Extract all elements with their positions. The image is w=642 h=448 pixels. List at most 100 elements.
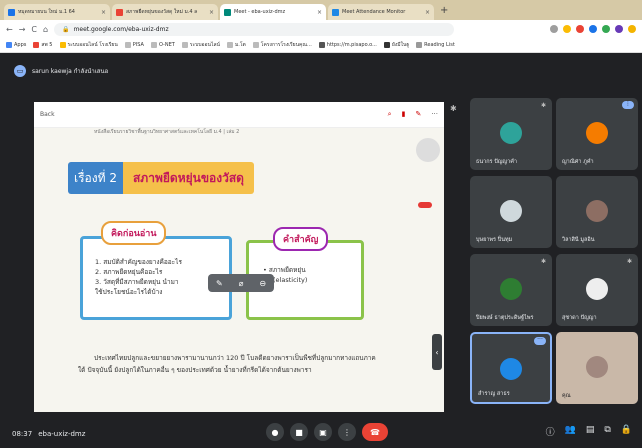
participant-name: ปิยพงษ์ ธาตุประดิษฐ์ไพร — [476, 315, 534, 321]
participant-tile[interactable]: บุษยาพร ปิ่นทุม — [470, 176, 552, 248]
bookmark-item[interactable]: ระบบออนไลน์ โรงเรียน — [59, 41, 118, 49]
bookmark-item[interactable]: โครงการโรงเรียนคุณ... — [252, 41, 312, 49]
folder-icon — [252, 42, 259, 48]
mic-icon[interactable]: ● — [266, 423, 284, 441]
presenter-label: sarun kaewja กำลังนำเสนอ — [32, 68, 109, 75]
list-item: 2. สภาพยืดหยุ่นคืออะไร — [95, 268, 163, 276]
participant-tile[interactable]: ✱ สุชาดา ปัญญา — [556, 254, 638, 326]
pin-icon[interactable]: ✱ — [450, 104, 457, 113]
more-icon[interactable]: ⋮ — [338, 423, 356, 441]
forward-icon[interactable]: → — [19, 25, 26, 34]
bookmark-item[interactable]: https://m.pisapo.o... — [318, 42, 377, 48]
speaking-icon: ⋮ — [622, 101, 634, 109]
participant-name: วิลาสินี มูลอิน — [562, 237, 595, 243]
close-icon[interactable]: × — [101, 9, 106, 16]
mute-icon[interactable]: ⌀ — [239, 279, 244, 288]
control-bar: 08:37 eba-uxiz-dmz ● ■ ▣ ⋮ ☎ ⓘ 👥 ▤ ⧉ 🔒 — [0, 420, 642, 448]
back-icon[interactable]: ← — [6, 25, 13, 34]
participant-name: สำราญ สาธร — [478, 391, 510, 397]
remove-icon[interactable]: ⊖ — [259, 279, 266, 288]
browser-tab-2[interactable]: Meet - eba-uxiz-dmz × — [220, 4, 326, 20]
slide-paragraph: ประเทศไทยปลูกและขยายยางพารามานานกว่า 120… — [78, 354, 376, 374]
extension-icon[interactable] — [563, 25, 571, 33]
participant-tile[interactable]: วิลาสินี มูลอิน — [556, 176, 638, 248]
presentation-stage[interactable]: Back ⌕ ▮ ✎ ··· หนังสือเรียนรายวิชาพื้นฐา… — [34, 102, 444, 412]
tab-favicon — [116, 8, 123, 16]
extension-icon[interactable] — [602, 25, 610, 33]
participant-tile-video[interactable]: คุณ — [556, 332, 638, 404]
bookmark-icon — [383, 42, 390, 48]
extension-icon[interactable] — [589, 25, 597, 33]
camera-icon[interactable]: ■ — [290, 423, 308, 441]
extensions — [550, 25, 636, 33]
avatar — [586, 200, 608, 222]
profile-avatar[interactable] — [628, 25, 636, 33]
bookmark-item[interactable]: Apps — [6, 42, 26, 48]
apps-icon — [6, 42, 12, 48]
bookmark-item[interactable]: PISA — [124, 42, 144, 48]
lock-icon[interactable]: 🔒 — [621, 425, 632, 438]
bookmark-icon — [59, 42, 66, 48]
avatar — [500, 358, 522, 380]
folder-icon — [226, 42, 233, 48]
activities-icon[interactable]: ⧉ — [604, 425, 610, 438]
new-tab-button[interactable]: + — [440, 5, 448, 16]
avatar — [586, 278, 608, 300]
browser-tab-3[interactable]: Meet Attendance Monitor × — [328, 4, 434, 20]
meeting-code: eba-uxiz-dmz — [38, 430, 86, 438]
tab-favicon — [8, 8, 15, 16]
avatar — [586, 356, 608, 378]
bookmark-item[interactable]: ยังมีในฐู — [383, 41, 409, 49]
extension-icon[interactable] — [576, 25, 584, 33]
participant-tile[interactable]: ✱ ธนากร ปัญญาคำ — [470, 98, 552, 170]
tab-label: Meet Attendance Monitor — [342, 9, 406, 15]
bookmark-item[interactable]: ม.โต — [226, 41, 246, 49]
participant-tile[interactable]: ··· สำราญ สาธร — [470, 332, 552, 404]
reading-list[interactable]: Reading List — [416, 42, 455, 48]
call-controls: ● ■ ▣ ⋮ ☎ — [266, 423, 388, 441]
participant-name: คุณ — [562, 393, 571, 399]
tab-favicon — [332, 8, 339, 16]
file-icon[interactable]: ▮ — [402, 110, 406, 119]
close-icon[interactable]: × — [209, 9, 214, 16]
participant-tile[interactable]: ✱ ปิยพงษ์ ธาตุประดิษฐ์ไพร — [470, 254, 552, 326]
info-icon[interactable]: ⓘ — [546, 425, 555, 438]
tab-label: หมุดหมายบน ใหม่ ม.1 64 — [18, 9, 75, 15]
back-link[interactable]: Back — [40, 111, 55, 118]
close-icon[interactable]: × — [317, 9, 322, 16]
collapse-handle[interactable]: ‹ — [432, 334, 442, 370]
present-icon[interactable]: ▣ — [314, 423, 332, 441]
chat-icon[interactable]: ▤ — [586, 425, 595, 438]
people-icon[interactable]: 👥 — [565, 425, 576, 438]
home-icon[interactable]: ⌂ — [43, 25, 48, 34]
camera-preview-icon — [416, 138, 440, 162]
floating-toolbar: ✎ ⌀ ⊖ — [208, 274, 274, 292]
close-icon[interactable]: × — [425, 9, 430, 16]
browser-tab-0[interactable]: หมุดหมายบน ใหม่ ม.1 64 × — [4, 4, 110, 20]
url-text: meet.google.com/eba-uxiz-dmz — [73, 25, 169, 33]
reload-icon[interactable]: C — [31, 25, 37, 34]
mic-off-icon: ✱ — [540, 258, 546, 265]
participant-tile[interactable]: ⋮ ญาณิศา ภูคำ — [556, 98, 638, 170]
bookmark-item[interactable]: O-NET — [150, 42, 175, 48]
tab-favicon — [224, 8, 231, 16]
clock: 08:37 — [12, 430, 33, 438]
browser-tab-1[interactable]: สภาพยืดหยุ่นของวัสดุ ใหม่ ม.4 ล × — [112, 4, 218, 20]
bookmark-item[interactable]: สพ 5 — [33, 41, 53, 49]
extension-icon[interactable] — [615, 25, 623, 33]
extension-icon[interactable] — [550, 25, 558, 33]
end-call-icon[interactable]: ☎ — [362, 423, 388, 441]
pin-icon[interactable]: ✎ — [216, 279, 223, 288]
box-title: คิดก่อนอ่าน — [101, 221, 167, 245]
meeting-tools: ⓘ 👥 ▤ ⧉ 🔒 — [546, 425, 632, 438]
url-field[interactable]: 🔒 meet.google.com/eba-uxiz-dmz — [54, 22, 455, 36]
bookmark-item[interactable]: ระบบออนไลน์ — [181, 41, 220, 49]
slide-content: หนังสือเรียนรายวิชาพื้นฐานวิทยาศาสตร์และ… — [34, 128, 444, 412]
tab-label: สภาพยืดหยุ่นของวัสดุ ใหม่ ม.4 ล — [126, 9, 198, 15]
more-options-icon[interactable]: ··· — [534, 337, 546, 345]
reading-list-icon — [416, 42, 423, 48]
more-icon[interactable]: ··· — [431, 110, 438, 119]
search-icon[interactable]: ⌕ — [388, 110, 392, 119]
pencil-icon[interactable]: ✎ — [415, 110, 421, 119]
box-title: คำสำคัญ — [273, 227, 329, 251]
